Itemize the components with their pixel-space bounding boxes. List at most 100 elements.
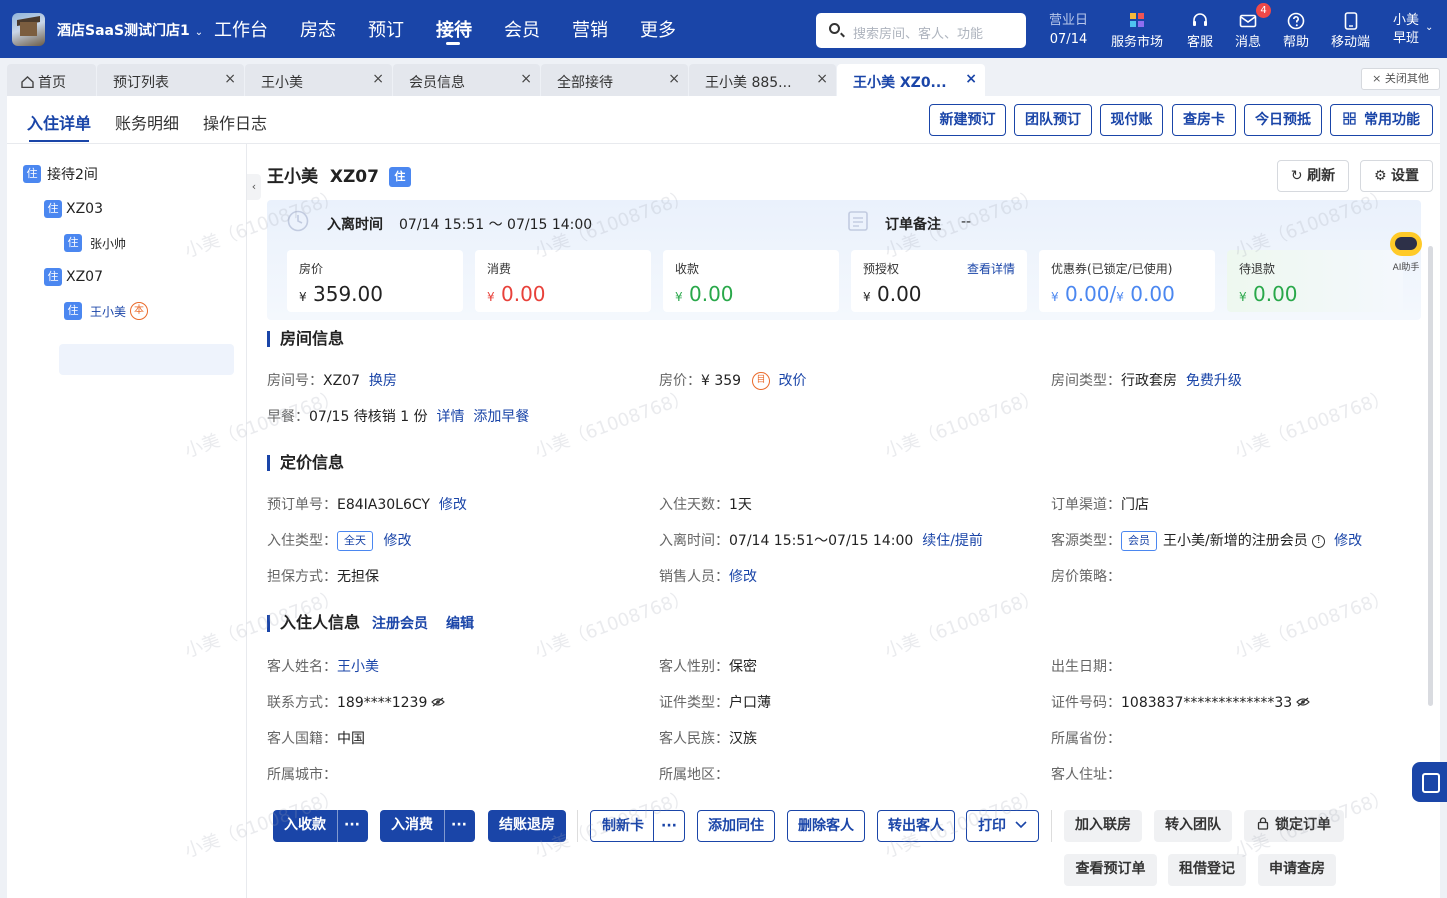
record-consumption-button[interactable]: 入消费 ···: [380, 810, 475, 842]
help-button[interactable]: 帮助: [1283, 12, 1309, 50]
customer-service-button[interactable]: 客服: [1187, 12, 1213, 50]
eye-off-icon[interactable]: [1296, 697, 1311, 710]
tree-room-xz03[interactable]: 住 XZ03: [44, 200, 103, 218]
check-card-button[interactable]: 查房卡: [1172, 104, 1236, 136]
edit-link[interactable]: 修改: [1334, 533, 1362, 549]
new-booking-button[interactable]: 新建预订: [929, 104, 1006, 136]
close-others-button[interactable]: × 关闭其他: [1361, 68, 1440, 90]
edit-link[interactable]: 修改: [729, 569, 757, 585]
nav-member[interactable]: 会员: [504, 16, 540, 42]
province-field: 所属省份：: [1051, 728, 1121, 748]
register-member-link[interactable]: 注册会员: [372, 616, 428, 632]
scrollbar[interactable]: [1428, 246, 1433, 706]
extend-stay-link[interactable]: 续住/提前: [922, 533, 983, 549]
subtab-checkin-details[interactable]: 入住详单: [27, 110, 91, 134]
tab-label: 预订列表: [113, 75, 169, 91]
tree-guest-zhang[interactable]: 住张小帅: [64, 234, 126, 252]
messages-button[interactable]: 消息: [1235, 12, 1261, 50]
field-value: ¥ 359: [701, 373, 742, 389]
free-upgrade-link[interactable]: 免费升级: [1186, 373, 1242, 389]
tree-root[interactable]: 住接待2间: [23, 164, 98, 184]
price-detail-icon[interactable]: 目: [752, 372, 770, 390]
mobile-button[interactable]: 移动端: [1331, 12, 1370, 50]
checkout-button[interactable]: 结账退房: [488, 810, 566, 842]
transfer-guest-button[interactable]: 转出客人: [877, 810, 955, 842]
common-functions-button[interactable]: 常用功能: [1330, 104, 1433, 136]
close-icon[interactable]: ×: [816, 71, 828, 87]
service-market-button[interactable]: 服务市场: [1111, 12, 1163, 50]
field-label: 订单渠道：: [1051, 497, 1121, 513]
nav-reception[interactable]: 接待: [436, 16, 472, 42]
join-linked-rooms-button[interactable]: 加入联房: [1064, 810, 1142, 842]
tab-guest[interactable]: 王小美 ×: [245, 64, 392, 96]
user-menu[interactable]: 小美 早班 ⌄: [1393, 12, 1433, 48]
add-breakfast-link[interactable]: 添加早餐: [473, 409, 529, 425]
id-type-field: 证件类型：户口薄: [659, 692, 771, 712]
group-booking-button[interactable]: 团队预订: [1014, 104, 1092, 136]
tab-member-info[interactable]: 会员信息 ×: [393, 64, 540, 96]
more-options-icon[interactable]: ···: [661, 811, 677, 841]
more-options-icon[interactable]: ···: [451, 810, 467, 840]
card-pending-refund: 待退款 ¥ 0.00: [1227, 250, 1403, 312]
close-icon[interactable]: ×: [965, 71, 977, 87]
make-card-button[interactable]: 制新卡 ···: [590, 810, 685, 842]
record-payment-button[interactable]: 入收款 ···: [273, 810, 368, 842]
tab-all-reception[interactable]: 全部接待 ×: [541, 64, 688, 96]
tab-home[interactable]: 首页: [7, 64, 96, 96]
lock-order-button[interactable]: 锁定订单: [1244, 810, 1344, 842]
todays-arrivals-button[interactable]: 今日预抵: [1244, 104, 1322, 136]
settings-button[interactable]: ⚙ 设置: [1360, 160, 1433, 192]
eye-off-icon[interactable]: [431, 697, 446, 710]
nav-room-status[interactable]: 房态: [300, 16, 336, 42]
walkin-account-button[interactable]: 现付账: [1100, 104, 1163, 136]
subtab-billing[interactable]: 账务明细: [115, 110, 179, 134]
breakfast-details-link[interactable]: 详情: [437, 409, 465, 425]
tree-guest-wang[interactable]: 住王小美本: [64, 302, 149, 320]
card-label: 消费: [487, 262, 512, 276]
nav-workbench[interactable]: 工作台: [214, 16, 268, 42]
join-group-button[interactable]: 转入团队: [1154, 810, 1232, 842]
section-title: 入住人信息: [280, 613, 361, 632]
edit-link[interactable]: 修改: [383, 533, 411, 549]
info-icon[interactable]: !: [1312, 534, 1326, 548]
search-input[interactable]: 搜索房间、客人、功能: [816, 13, 1026, 48]
tab-guest-room[interactable]: 王小美 XZ0... ×: [837, 64, 985, 96]
amount: 0.00/: [1065, 282, 1117, 306]
field-label: 房间类型：: [1051, 373, 1121, 389]
tree-room-xz07[interactable]: 住 XZ07: [44, 268, 103, 286]
card-room-rate: 房价 ¥ 359.00: [287, 250, 463, 312]
view-details-link[interactable]: 查看详情: [967, 260, 1015, 277]
more-options-icon[interactable]: ···: [344, 810, 360, 840]
card-coupons: 优惠券(已锁定/已使用) ¥ 0.00/¥ 0.00: [1039, 250, 1215, 312]
ai-assistant-button[interactable]: AI助手: [1388, 232, 1424, 274]
refresh-button[interactable]: ↻ 刷新: [1277, 160, 1349, 192]
nav-marketing[interactable]: 营销: [572, 16, 608, 42]
tab-guest-order[interactable]: 王小美 885... ×: [689, 64, 836, 96]
close-icon[interactable]: ×: [224, 71, 236, 87]
guest-name-link[interactable]: 王小美: [337, 659, 379, 675]
add-roommate-button[interactable]: 添加同住: [697, 810, 775, 842]
change-room-link[interactable]: 换房: [369, 373, 397, 389]
nav-booking[interactable]: 预订: [368, 16, 404, 42]
rental-registration-button[interactable]: 租借登记: [1168, 854, 1246, 886]
view-booking-button[interactable]: 查看预订单: [1064, 854, 1157, 886]
print-button[interactable]: 打印: [966, 810, 1039, 842]
request-room-check-button[interactable]: 申请查房: [1258, 854, 1336, 886]
store-selector[interactable]: 酒店SaaS测试门店1 ⌄: [57, 20, 203, 40]
tab-booking-list[interactable]: 预订列表 ×: [97, 64, 244, 96]
feedback-edit-icon[interactable]: [1412, 762, 1447, 802]
field-label: 证件类型：: [659, 695, 729, 711]
subtab-operation-log[interactable]: 操作日志: [203, 110, 267, 134]
delete-guest-button[interactable]: 删除客人: [787, 810, 865, 842]
close-icon[interactable]: ×: [520, 71, 532, 87]
collapse-sidebar-button[interactable]: ‹: [247, 174, 261, 200]
change-price-link[interactable]: 改价: [778, 373, 806, 389]
close-icon[interactable]: ×: [372, 71, 384, 87]
edit-link[interactable]: 修改: [439, 497, 467, 513]
nav-more[interactable]: 更多: [640, 16, 676, 42]
chevron-left-icon: ‹: [251, 180, 257, 193]
tree-guest-label: 张小帅: [90, 236, 127, 251]
edit-guest-link[interactable]: 编辑: [446, 616, 474, 632]
close-icon[interactable]: ×: [668, 71, 680, 87]
status-tag: 住: [64, 234, 82, 252]
